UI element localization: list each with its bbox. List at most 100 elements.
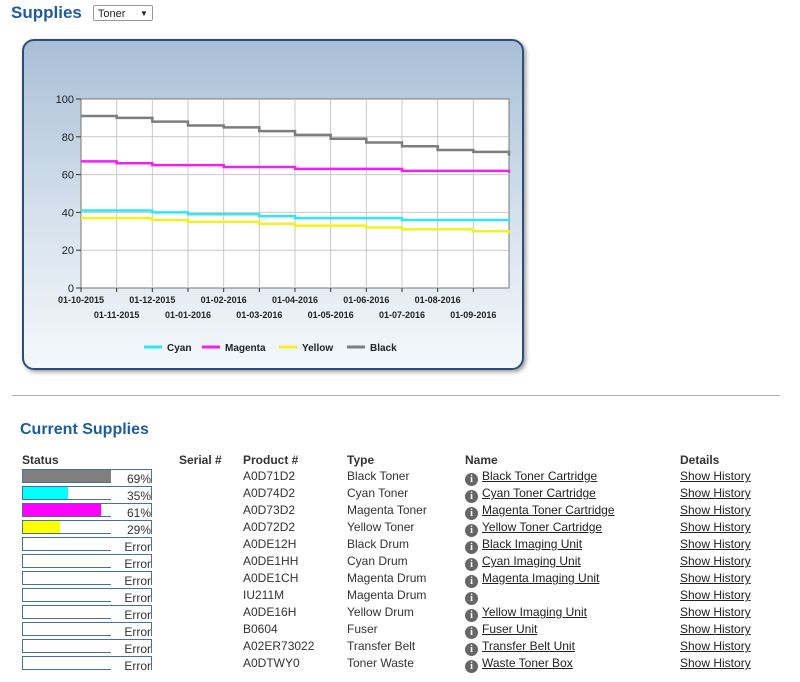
- supply-history-chart: 0 20 40 60 80 100 01-10-2015 01-12-2015 01-02-20…: [22, 39, 524, 370]
- product-number: IU211M: [243, 588, 285, 602]
- supply-name-link[interactable]: Yellow Toner Cartridge: [482, 520, 602, 534]
- status-text: Error: [111, 591, 151, 605]
- supply-name-link[interactable]: Transfer Belt Unit: [482, 639, 575, 653]
- status-text: Error: [111, 608, 151, 622]
- status-bar: Error: [22, 656, 152, 673]
- col-type: Type: [347, 453, 375, 467]
- status-text: Error: [111, 625, 151, 639]
- supply-name-link[interactable]: Fuser Unit: [482, 622, 537, 636]
- table-row: Error B0604 Fuser i Fuser Unit Show History: [0, 621, 800, 639]
- status-bar-fill: [23, 521, 61, 533]
- status-bar-fill: [23, 487, 68, 499]
- table-row: 69% A0D71D2 Black Toner i Black Toner Cartri…: [0, 468, 800, 486]
- y-tick-label: 80: [62, 132, 74, 144]
- legend-label-black: Black: [370, 343, 397, 354]
- divider: [12, 395, 780, 396]
- status-bar: Error: [22, 588, 152, 605]
- status-bar: 61%: [22, 503, 152, 520]
- show-history-link[interactable]: Show History: [680, 571, 751, 585]
- table-row: Error A0DE12H Black Drum i Black Imaging Uni…: [0, 536, 800, 554]
- status-text: 35%: [111, 489, 151, 503]
- product-number: A0DTWY0: [243, 656, 300, 670]
- supply-name: i Cyan Imaging Unit: [465, 554, 581, 571]
- status-bar: 69%: [22, 469, 152, 486]
- supply-name: i Yellow Toner Cartridge: [465, 520, 602, 537]
- show-history-link[interactable]: Show History: [680, 486, 751, 500]
- supply-name-link[interactable]: Magenta Imaging Unit: [482, 571, 599, 585]
- product-number: A0DE12H: [243, 537, 297, 551]
- supply-type: Transfer Belt: [347, 639, 416, 653]
- show-history-link[interactable]: Show History: [680, 520, 751, 534]
- show-history-link[interactable]: Show History: [680, 554, 751, 568]
- status-bar: Error: [22, 605, 152, 622]
- legend-label-cyan: Cyan: [167, 343, 191, 354]
- x-tick-label: 01-05-2016: [308, 310, 354, 320]
- status-text: 61%: [111, 506, 151, 520]
- supply-type-select[interactable]: Toner ▼: [92, 5, 153, 21]
- select-value: Toner: [97, 8, 126, 20]
- supply-name: i Magenta Imaging Unit: [465, 571, 599, 588]
- supply-name-link[interactable]: Yellow Imaging Unit: [482, 605, 587, 619]
- x-tick-label: 01-03-2016: [236, 310, 282, 320]
- supply-type: Black Toner: [347, 469, 410, 483]
- current-supplies-title: Current Supplies: [20, 421, 149, 438]
- col-serial: Serial #: [179, 453, 222, 467]
- col-status: Status: [22, 453, 59, 467]
- x-tick-label: 01-09-2016: [450, 310, 496, 320]
- supply-name: i Black Toner Cartridge: [465, 469, 597, 486]
- supply-type: Magenta Toner: [347, 503, 427, 517]
- info-icon[interactable]: i: [465, 660, 478, 673]
- supply-name: i Waste Toner Box: [465, 656, 573, 673]
- status-text: Error: [111, 642, 151, 656]
- status-text: Error: [111, 659, 151, 673]
- supply-name-link[interactable]: Magenta Toner Cartridge: [482, 503, 615, 517]
- x-tick-label: 01-04-2016: [272, 295, 318, 305]
- supplies-header: Supplies Toner ▼: [11, 3, 153, 23]
- x-tick-label: 01-10-2015: [58, 295, 104, 305]
- show-history-link[interactable]: Show History: [680, 503, 751, 517]
- x-tick-label: 01-06-2016: [343, 295, 389, 305]
- supply-name-link[interactable]: Cyan Toner Cartridge: [482, 486, 596, 500]
- show-history-link[interactable]: Show History: [680, 605, 751, 619]
- product-number: A0D72D2: [243, 520, 296, 534]
- product-number: A0DE16H: [243, 605, 297, 619]
- show-history-link[interactable]: Show History: [680, 656, 751, 670]
- product-number: A02ER73022: [243, 639, 315, 653]
- show-history-link[interactable]: Show History: [680, 537, 751, 551]
- chevron-down-icon: ▼: [139, 9, 148, 18]
- status-bar: Error: [22, 571, 152, 588]
- supply-type: Magenta Drum: [347, 571, 427, 585]
- supply-name-link[interactable]: Black Toner Cartridge: [482, 469, 597, 483]
- supply-name-link[interactable]: Cyan Imaging Unit: [482, 554, 581, 568]
- table-row: Error A02ER73022 Transfer Belt i Transfer Be…: [0, 638, 800, 656]
- x-tick-label: 01-02-2016: [201, 295, 247, 305]
- status-bar-fill: [23, 504, 102, 516]
- status-bar: Error: [22, 639, 152, 656]
- x-tick-label: 01-01-2016: [165, 310, 211, 320]
- supply-name: i Transfer Belt Unit: [465, 639, 575, 656]
- status-bar-fill: [23, 470, 112, 482]
- supply-name-link[interactable]: Waste Toner Box: [482, 656, 573, 670]
- supply-type: Cyan Drum: [347, 554, 408, 568]
- product-number: A0D73D2: [243, 503, 296, 517]
- y-tick-label: 20: [62, 245, 74, 257]
- y-tick-label: 40: [62, 207, 74, 219]
- table-row: Error A0DE1CH Magenta Drum i Magenta Imaging…: [0, 570, 800, 588]
- supply-name-link[interactable]: Black Imaging Unit: [482, 537, 582, 551]
- y-tick-label: 60: [62, 170, 74, 182]
- y-tick-label: 100: [56, 94, 74, 106]
- show-history-link[interactable]: Show History: [680, 622, 751, 636]
- show-history-link[interactable]: Show History: [680, 639, 751, 653]
- table-row: 61% A0D73D2 Magenta Toner i Magenta Toner Ca…: [0, 502, 800, 520]
- page-title: Supplies: [11, 3, 82, 22]
- supply-name: i Fuser Unit: [465, 622, 537, 639]
- chart-canvas: 0 20 40 60 80 100 01-10-2015 01-12-2015 01-02-20…: [56, 94, 511, 354]
- table-row: Error A0DE16H Yellow Drum i Yellow Imaging U…: [0, 604, 800, 622]
- supply-type: Fuser: [347, 622, 378, 636]
- supply-type: Magenta Drum: [347, 588, 427, 602]
- status-text: 29%: [111, 523, 151, 537]
- supply-type: Yellow Toner: [347, 520, 415, 534]
- show-history-link[interactable]: Show History: [680, 588, 751, 602]
- show-history-link[interactable]: Show History: [680, 469, 751, 483]
- supply-type: Yellow Drum: [347, 605, 414, 619]
